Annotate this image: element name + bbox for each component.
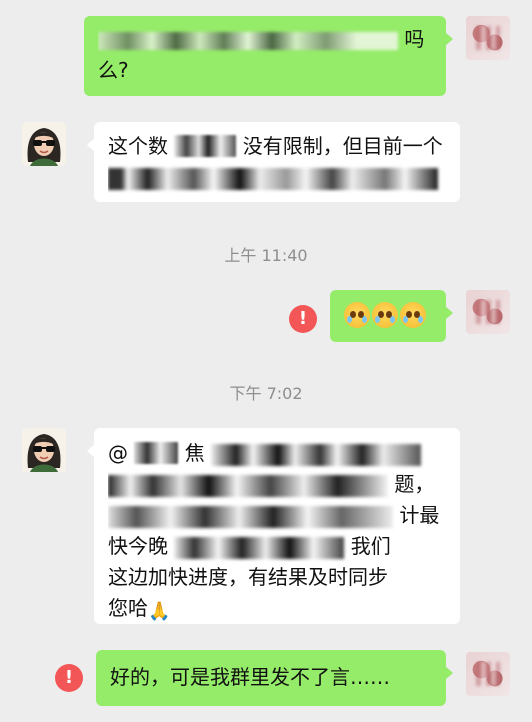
- message-line2-tail: 题，: [394, 472, 435, 496]
- redacted-text: [174, 135, 237, 157]
- self-message-bubble-3[interactable]: 好的，可是我群里发不了言……: [96, 650, 453, 706]
- message-text-line2: 么?: [98, 58, 129, 82]
- message-line6: 您哈: [108, 596, 148, 620]
- self-avatar-2[interactable]: [466, 290, 510, 334]
- girl-with-sunglasses-icon: [27, 128, 61, 166]
- send-failed-icon[interactable]: !: [289, 305, 317, 333]
- message-text-tail: 吗: [404, 27, 425, 51]
- message-text: 好的，可是我群里发不了言……: [110, 665, 390, 689]
- contact-avatar-2[interactable]: [22, 428, 66, 472]
- redacted-text: [211, 443, 422, 466]
- contact-message-bubble-1[interactable]: 这个数 没有限制，但目前一个: [87, 122, 460, 202]
- message-line3-tail: 计最: [399, 503, 440, 527]
- self-avatar-1[interactable]: [466, 16, 510, 60]
- mention-name: 焦: [184, 441, 205, 465]
- redacted-text: [108, 167, 438, 190]
- pray-hands-icon: 🙏: [148, 601, 171, 622]
- contact-avatar-1[interactable]: [22, 122, 66, 166]
- crying-face-icon: [372, 302, 398, 328]
- contact-message-bubble-2[interactable]: @ 焦 题， 计最 快今晚 我们 这边加快进度，有结果及时同步 您哈🙏: [87, 428, 460, 624]
- crying-face-icon: [400, 302, 426, 328]
- redacted-text: [108, 505, 393, 528]
- send-failed-icon[interactable]: !: [55, 664, 83, 692]
- timestamp: 下午 7:02: [229, 384, 303, 403]
- crying-face-icon: [344, 302, 370, 328]
- message-text-mid: 没有限制，但目前一个: [242, 134, 443, 158]
- mention-at: @: [108, 441, 128, 465]
- redacted-text: [134, 442, 179, 464]
- message-text-start: 这个数: [108, 134, 168, 158]
- self-message-bubble-1[interactable]: 吗 么?: [84, 16, 453, 96]
- message-line4-tail: 我们: [350, 534, 391, 558]
- message-line5: 这边加快进度，有结果及时同步: [108, 565, 388, 589]
- self-avatar-3[interactable]: [466, 652, 510, 696]
- self-message-bubble-2[interactable]: [330, 290, 453, 342]
- redacted-text: [174, 536, 345, 559]
- redacted-text: [98, 31, 398, 50]
- redacted-text: [108, 474, 388, 497]
- girl-with-sunglasses-icon: [27, 434, 61, 472]
- message-line4: 快今晚: [108, 534, 168, 558]
- timestamp: 上午 11:40: [224, 246, 308, 265]
